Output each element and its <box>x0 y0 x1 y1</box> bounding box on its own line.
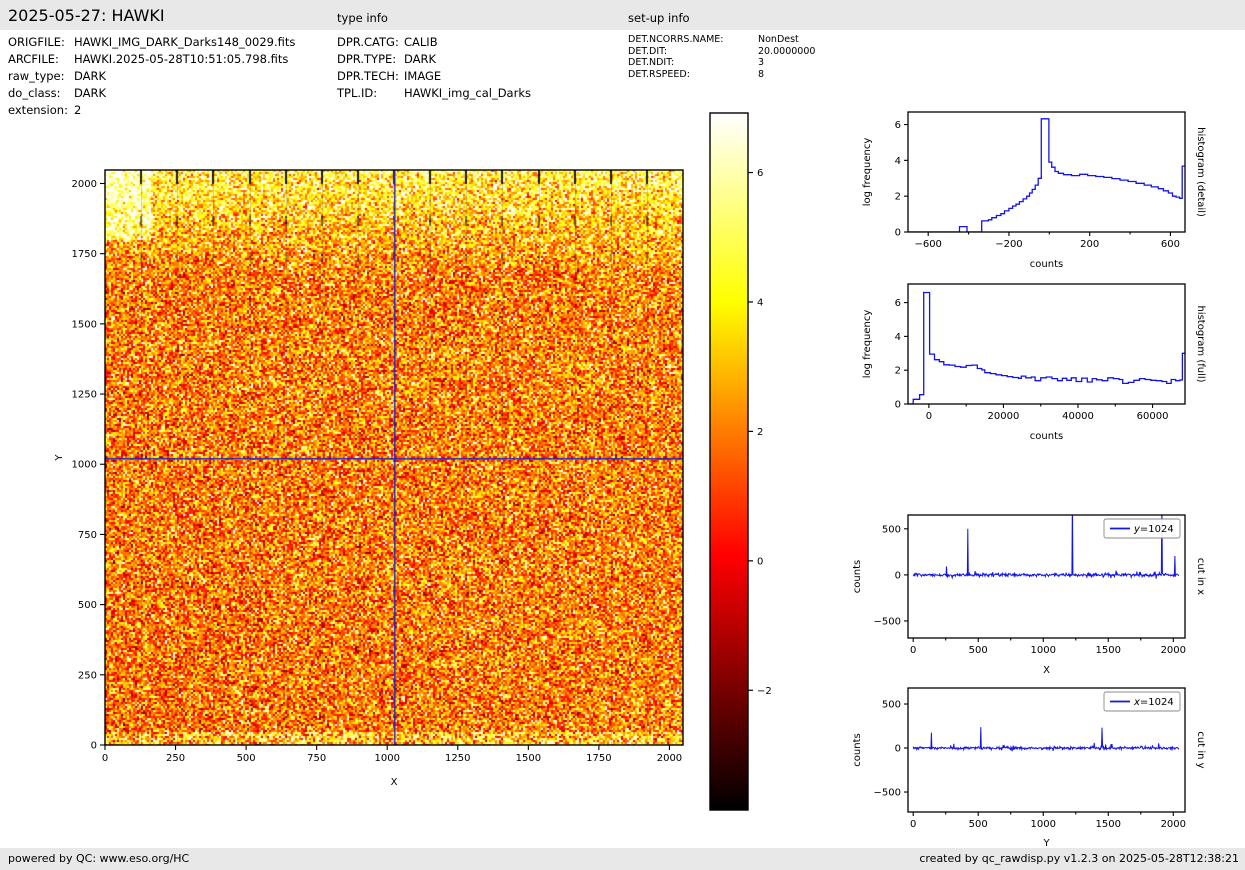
svg-text:500: 500 <box>882 524 901 535</box>
svg-text:0: 0 <box>910 645 916 656</box>
svg-text:−2: −2 <box>757 686 772 697</box>
hist-full-xlabel: counts <box>1030 431 1063 442</box>
svg-text:−500: −500 <box>874 616 901 627</box>
svg-text:0: 0 <box>895 228 901 239</box>
svg-text:2: 2 <box>895 366 901 377</box>
svg-text:2000: 2000 <box>72 179 97 190</box>
hist-detail-right-label: histogram (detail) <box>1195 127 1206 217</box>
svg-text:0: 0 <box>895 400 901 411</box>
svg-text:2: 2 <box>895 192 901 203</box>
svg-text:500: 500 <box>78 600 97 611</box>
svg-text:1250: 1250 <box>445 753 470 764</box>
svg-text:0: 0 <box>91 741 97 752</box>
svg-text:1500: 1500 <box>1096 819 1121 830</box>
svg-text:1500: 1500 <box>1096 645 1121 656</box>
hist-detail-plot: −600 −200 200 600 0 2 4 6 counts log frequency his… <box>862 112 1206 270</box>
qc-report-page: 2025-05-27: HAWKI type info set-up info … <box>0 0 1245 870</box>
main-image-xlabel: X <box>391 777 398 788</box>
svg-text:500: 500 <box>969 645 988 656</box>
svg-text:0: 0 <box>910 819 916 830</box>
cut-x-legend: y=1024 <box>1104 519 1180 538</box>
svg-text:1000: 1000 <box>1031 819 1056 830</box>
svg-text:0: 0 <box>102 753 108 764</box>
svg-text:500: 500 <box>969 819 988 830</box>
svg-text:4: 4 <box>895 156 901 167</box>
svg-text:−600: −600 <box>914 239 941 250</box>
svg-text:250: 250 <box>166 753 185 764</box>
svg-text:4: 4 <box>757 297 763 308</box>
hist-detail-ylabel: log frequency <box>862 138 873 207</box>
cut-y-series <box>913 727 1179 751</box>
cut-y-ylabel: counts <box>852 733 863 766</box>
svg-text:1000: 1000 <box>1031 645 1056 656</box>
svg-text:0: 0 <box>895 744 901 755</box>
svg-text:20000: 20000 <box>988 411 1020 422</box>
svg-text:2000: 2000 <box>1161 819 1186 830</box>
hist-full-plot: 0 20000 40000 60000 0 2 4 6 counts log frequency h… <box>862 284 1206 442</box>
svg-text:2000: 2000 <box>1161 645 1186 656</box>
cut-x-right-label: cut in x <box>1195 558 1206 595</box>
svg-text:1750: 1750 <box>586 753 611 764</box>
svg-text:1750: 1750 <box>72 249 97 260</box>
svg-text:4: 4 <box>895 332 901 343</box>
svg-text:750: 750 <box>307 753 326 764</box>
plots-svg: 0250500750100012501500175020000250500750… <box>0 0 1245 870</box>
main-image-frame <box>105 170 683 745</box>
svg-text:1500: 1500 <box>516 753 541 764</box>
svg-text:40000: 40000 <box>1062 411 1094 422</box>
hist-full-series <box>908 293 1185 405</box>
svg-text:750: 750 <box>78 530 97 541</box>
svg-text:600: 600 <box>1161 239 1180 250</box>
hist-detail-series <box>908 119 1185 232</box>
main-image-plot: 0 250 500 750 1000 1250 1500 1750 2000 0 250 500 750… <box>54 170 683 788</box>
cut-y-plot: 0 500 1000 1500 2000 −500 0 500 Ycounts cut in y x… <box>852 688 1206 849</box>
svg-text:1250: 1250 <box>72 390 97 401</box>
svg-text:0: 0 <box>926 411 932 422</box>
colorbar-axes: 6 4 2 0 −2 <box>710 113 772 810</box>
cut-x-plot: 0 500 1000 1500 2000 −500 0 500 Xcounts cut in x y… <box>852 492 1206 676</box>
svg-text:200: 200 <box>1080 239 1099 250</box>
svg-text:0: 0 <box>895 570 901 581</box>
cut-x-ylabel: counts <box>852 560 863 593</box>
svg-text:−200: −200 <box>995 239 1022 250</box>
hist-detail-frame <box>908 112 1185 232</box>
svg-text:2: 2 <box>757 427 763 438</box>
svg-text:6: 6 <box>895 120 901 131</box>
hist-detail-xlabel: counts <box>1030 259 1063 270</box>
hist-full-ylabel: log frequency <box>862 310 873 379</box>
cut-x-xlabel: X <box>1043 665 1050 676</box>
cut-y-legend-label: x=1024 <box>1133 697 1174 708</box>
hist-full-frame <box>908 284 1185 404</box>
cut-x-legend-label: y=1024 <box>1133 524 1174 535</box>
svg-text:1000: 1000 <box>72 460 97 471</box>
svg-text:0: 0 <box>757 556 763 567</box>
svg-text:500: 500 <box>237 753 256 764</box>
cut-y-xlabel: Y <box>1042 838 1050 849</box>
svg-text:6: 6 <box>757 168 763 179</box>
svg-text:250: 250 <box>78 670 97 681</box>
svg-text:−500: −500 <box>874 788 901 799</box>
hist-full-right-label: histogram (full) <box>1195 305 1206 382</box>
main-image-ylabel: Y <box>54 454 65 462</box>
svg-text:6: 6 <box>895 298 901 309</box>
svg-text:60000: 60000 <box>1137 411 1169 422</box>
svg-text:1500: 1500 <box>72 319 97 330</box>
cut-y-legend: x=1024 <box>1104 692 1180 711</box>
svg-text:2000: 2000 <box>657 753 682 764</box>
cut-y-right-label: cut in y <box>1195 731 1206 768</box>
svg-text:500: 500 <box>882 700 901 711</box>
svg-text:1000: 1000 <box>375 753 400 764</box>
